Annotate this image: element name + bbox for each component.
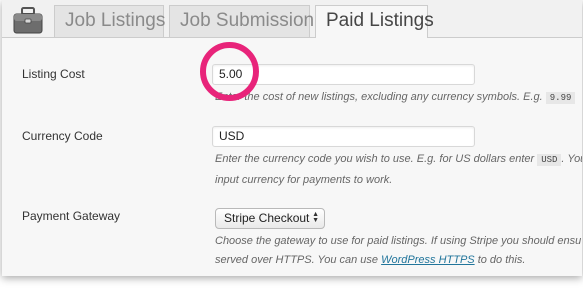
payment-gateway-description-suffix: to do this.: [477, 254, 526, 266]
payment-gateway-select[interactable]: Stripe Checkout ▲ ▼: [215, 208, 325, 229]
listing-cost-example-code: 9.99: [545, 92, 576, 104]
payment-gateway-description-prefix: served over HTTPS. You can use: [215, 254, 379, 266]
tab-job-submission[interactable]: Job Submission: [169, 5, 314, 37]
currency-code-description-suffix: . You: [561, 153, 582, 165]
payment-gateway-label: Payment Gateway: [22, 209, 121, 223]
currency-code-description-line1: Enter the currency code you wish to use.…: [215, 149, 582, 171]
payment-gateway-description-line2: served over HTTPS. You can use WordPress…: [215, 250, 525, 271]
tab-job-listings[interactable]: Job Listings: [54, 5, 165, 37]
payment-gateway-description-line1: Choose the gateway to use for paid listi…: [215, 235, 582, 247]
currency-code-example-code: USD: [537, 154, 562, 166]
listing-cost-description-text: Enter the cost of new listings, excludin…: [215, 91, 543, 103]
listing-cost-input[interactable]: 5.00: [212, 64, 475, 85]
currency-code-label: Currency Code: [22, 129, 103, 143]
updown-arrows-icon: ▲ ▼: [312, 211, 319, 224]
briefcase-icon: [13, 7, 43, 34]
currency-code-input[interactable]: USD: [212, 126, 475, 147]
payment-gateway-selected-value: Stripe Checkout: [224, 211, 310, 225]
tab-bar: Job Listings Job Submission Paid Listing…: [2, 0, 582, 38]
listing-cost-description: Enter the cost of new listings, excludin…: [215, 87, 576, 109]
currency-code-description-line2: input currency for payments to work.: [215, 174, 393, 186]
listing-cost-label: Listing Cost: [22, 67, 85, 81]
tab-paid-listings[interactable]: Paid Listings: [315, 5, 434, 38]
settings-panel: Job Listings Job Submission Paid Listing…: [2, 0, 582, 276]
currency-code-description-text: Enter the currency code you wish to use.…: [215, 153, 535, 165]
wordpress-https-link[interactable]: WordPress HTTPS: [381, 254, 475, 266]
